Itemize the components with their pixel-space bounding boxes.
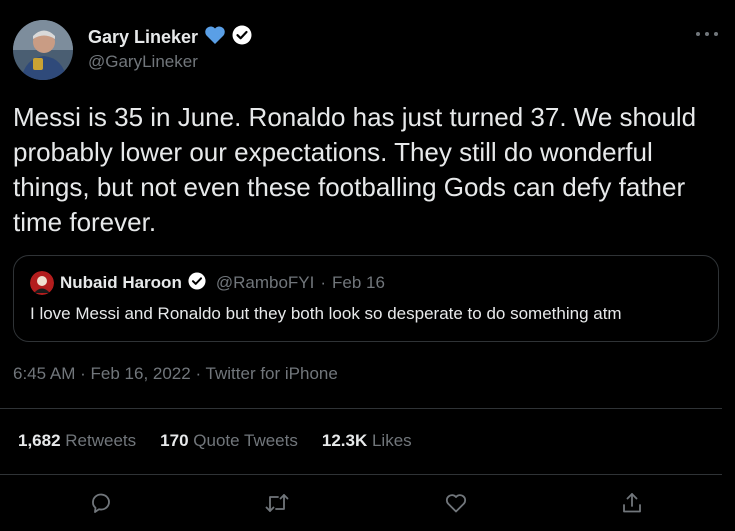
verified-icon	[232, 25, 252, 50]
more-icon[interactable]	[696, 26, 718, 42]
likes-count: 12.3K	[321, 431, 368, 450]
quoted-author-avatar	[30, 271, 54, 295]
tweet-stats: 1,682 Retweets 170 Quote Tweets 12.3K Li…	[18, 431, 412, 451]
reply-icon[interactable]	[86, 488, 116, 518]
like-icon[interactable]	[441, 488, 471, 518]
retweets-count: 1,682	[18, 431, 61, 450]
quote-tweets-count: 170	[160, 431, 189, 450]
quoted-tweet-text: I love Messi and Ronaldo but they both l…	[30, 304, 622, 323]
verified-icon	[188, 271, 206, 295]
quoted-date: Feb 16	[332, 273, 385, 292]
tweet-text: Messi is 35 in June. Ronaldo has just tu…	[13, 102, 697, 237]
quoted-separator: ·	[320, 273, 327, 292]
tweet-time[interactable]: 6:45 AM	[13, 364, 75, 383]
quoted-author-handle: @RamboFYI	[215, 273, 315, 292]
author-handle[interactable]: @GaryLineker	[88, 52, 198, 72]
meta-separator: ·	[80, 364, 86, 383]
quoted-author-name: Nubaid Haroon	[60, 273, 182, 292]
share-icon[interactable]	[617, 488, 647, 518]
author-name[interactable]: Gary Lineker	[88, 27, 198, 48]
likes-stat[interactable]: 12.3K Likes	[322, 431, 412, 451]
blue-heart-icon	[204, 25, 226, 50]
divider	[0, 408, 722, 409]
meta-separator: ·	[195, 364, 202, 383]
quote-tweets-label: Quote Tweets	[193, 431, 298, 450]
tweet-date[interactable]: Feb 16, 2022	[91, 364, 191, 383]
quote-tweets-stat[interactable]: 170 Quote Tweets	[160, 431, 298, 451]
author-name-row[interactable]: Gary Lineker	[88, 25, 252, 50]
author-avatar[interactable]	[13, 20, 73, 80]
quoted-tweet[interactable]: Nubaid Haroon @RamboFYI · Feb 16 I love …	[13, 255, 719, 342]
likes-label: Likes	[371, 431, 412, 450]
tweet-source[interactable]: Twitter for iPhone	[206, 364, 338, 383]
retweets-stat[interactable]: 1,682 Retweets	[18, 431, 136, 451]
tweet-meta: 6:45 AM · Feb 16, 2022 · Twitter for iPh…	[13, 364, 338, 384]
action-bar	[0, 478, 722, 528]
divider	[0, 474, 722, 475]
retweet-icon[interactable]	[262, 488, 292, 518]
retweets-label: Retweets	[65, 431, 137, 450]
quoted-tweet-header: Nubaid Haroon @RamboFYI · Feb 16	[30, 271, 385, 295]
